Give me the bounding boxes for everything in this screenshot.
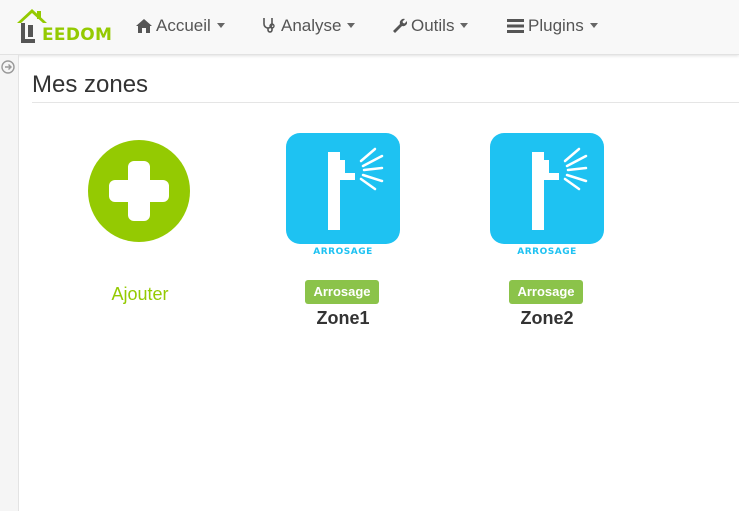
nav-outils[interactable]: Outils xyxy=(391,14,469,40)
zone-type-badge: Arrosage xyxy=(509,280,583,304)
side-panel xyxy=(0,55,19,511)
chevron-down-icon xyxy=(589,23,598,28)
arrow-circle-right-icon[interactable] xyxy=(1,60,15,74)
home-icon xyxy=(136,16,152,40)
zone-name: Zone2 xyxy=(520,308,574,328)
zone-type-badge: Arrosage xyxy=(305,280,379,304)
nav-analyse-label: Analyse xyxy=(281,16,342,35)
add-zone-label: Ajouter xyxy=(111,284,169,304)
wrench-icon xyxy=(391,16,408,40)
zone-icon-caption: ARROSAGE xyxy=(313,247,373,257)
nav-outils-label: Outils xyxy=(411,16,455,35)
jeedom-logo[interactable]: EEDOM xyxy=(15,5,112,49)
title-divider xyxy=(32,102,739,103)
plus-circle-icon xyxy=(88,140,190,242)
zone-card[interactable]: ARROSAGE Arrosage Zone1 xyxy=(283,132,403,332)
sprinkler-icon xyxy=(490,133,604,244)
page-title: Mes zones xyxy=(32,71,149,98)
nav-accueil-label: Accueil xyxy=(156,16,211,35)
stethoscope-icon xyxy=(261,16,277,40)
nav-plugins[interactable]: Plugins xyxy=(507,14,598,38)
chevron-down-icon xyxy=(460,23,469,28)
zone-icon-caption: ARROSAGE xyxy=(517,247,577,257)
zone-card[interactable]: ARROSAGE Arrosage Zone2 xyxy=(487,132,607,332)
add-zone-card[interactable]: Ajouter xyxy=(86,138,194,308)
nav-plugins-label: Plugins xyxy=(528,16,584,35)
list-icon xyxy=(507,16,524,40)
chevron-down-icon xyxy=(347,23,356,28)
sprinkler-icon xyxy=(286,133,400,244)
nav-analyse[interactable]: Analyse xyxy=(261,14,356,40)
nav-accueil[interactable]: Accueil xyxy=(136,14,225,38)
chevron-down-icon xyxy=(216,23,225,28)
top-navbar: EEDOM Accueil Analyse Outils Plugins xyxy=(0,0,739,55)
brand-name: EEDOM xyxy=(42,25,113,45)
zone-name: Zone1 xyxy=(316,308,370,328)
